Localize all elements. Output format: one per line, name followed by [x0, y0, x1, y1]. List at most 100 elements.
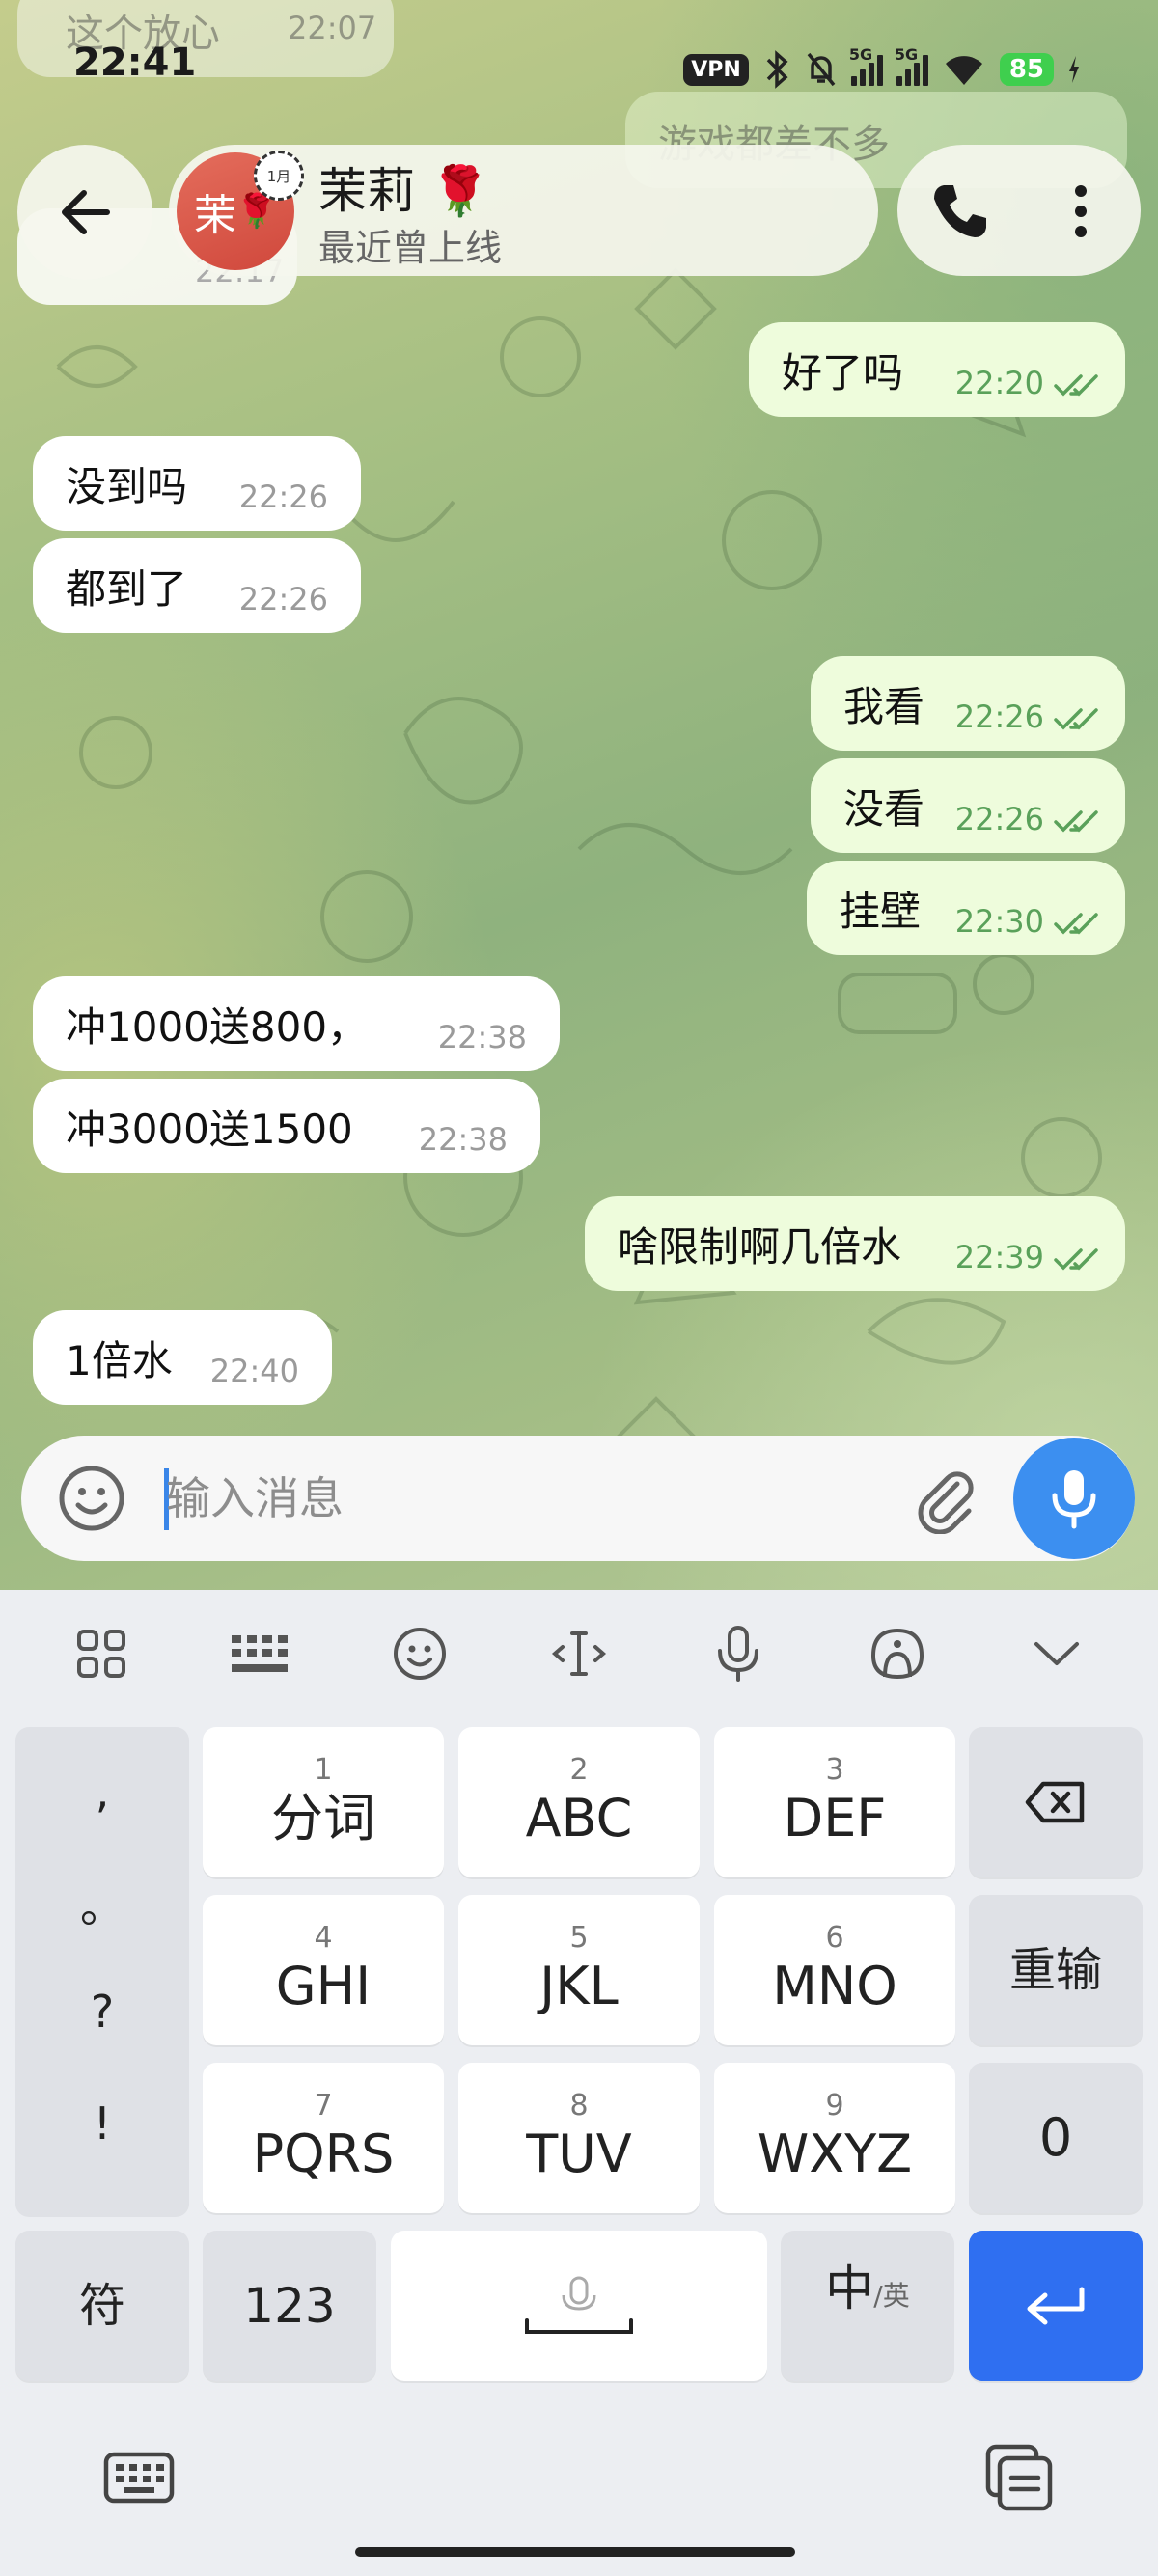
message-time: 22:38 — [418, 1121, 508, 1158]
t9-key-9[interactable]: 9 WXYZ — [714, 2063, 955, 2213]
punct-comma-key[interactable]: , — [15, 1766, 189, 1818]
incoming-message[interactable]: 冲1000送800， 22:38 — [33, 976, 560, 1071]
language-switch-key[interactable]: 中 /英 — [781, 2231, 954, 2381]
emoji-icon[interactable] — [56, 1463, 127, 1534]
t9-key-8[interactable]: 8 TUV — [458, 2063, 700, 2213]
cursor-control-button[interactable] — [538, 1613, 620, 1694]
apps-grid-button[interactable] — [61, 1613, 142, 1694]
message-time: 22:38 — [437, 1019, 527, 1055]
t9-key-6[interactable]: 6 MNO — [714, 1895, 955, 2045]
clipboard-icon — [985, 2444, 1053, 2511]
vpn-icon: VPN — [683, 53, 749, 86]
read-checkmarks-icon — [1054, 913, 1098, 935]
read-checkmarks-icon — [1054, 810, 1098, 833]
t9-key-1[interactable]: 1 分词 — [203, 1727, 444, 1877]
keyboard-icon — [103, 2452, 175, 2504]
more-options-button[interactable] — [1052, 178, 1110, 245]
t9-key-2[interactable]: 2 ABC — [458, 1727, 700, 1877]
outgoing-message[interactable]: 没看 22:26 — [811, 758, 1125, 853]
outgoing-message[interactable]: 啥限制啊几倍水 22:39 — [585, 1196, 1125, 1291]
collapse-keyboard-button[interactable] — [1016, 1613, 1097, 1694]
message-time: 22:40 — [209, 1353, 299, 1389]
contact-header[interactable]: 茉 🌹 1月 茉莉 🌹 最近曾上线 — [169, 145, 878, 276]
chevron-down-icon — [1034, 1642, 1079, 1665]
message-text: 都到了 — [66, 564, 188, 613]
t9-key-4[interactable]: 4 GHI — [203, 1895, 444, 2045]
message-text: 没看 — [843, 784, 925, 833]
backspace-key[interactable] — [969, 1727, 1143, 1877]
punctuation-column[interactable]: , 。 ? ! — [15, 1727, 189, 2217]
incoming-message[interactable]: 冲3000送1500 22:38 — [33, 1079, 540, 1173]
key-letters: GHI — [275, 1956, 372, 2016]
back-button[interactable] — [17, 145, 152, 280]
key-number: 6 — [825, 1921, 844, 1955]
outgoing-message[interactable]: 我看 22:26 — [811, 656, 1125, 751]
mute-bell-icon — [807, 52, 836, 87]
keyboard-emoji-button[interactable] — [379, 1613, 460, 1694]
key-letters: ABC — [525, 1788, 633, 1849]
t9-key-3[interactable]: 3 DEF — [714, 1727, 955, 1877]
t9-key-7[interactable]: 7 PQRS — [203, 2063, 444, 2213]
enter-arrow-icon — [1027, 2287, 1085, 2325]
status-bar: 22:41 VPN 5G 5G 85 — [0, 0, 1158, 135]
read-checkmarks-icon — [1054, 374, 1098, 397]
more-vertical-icon — [1075, 185, 1087, 237]
clipboard-button[interactable] — [980, 2439, 1058, 2516]
message-composer — [21, 1436, 1135, 1561]
key-number: 4 — [314, 1921, 333, 1955]
space-key[interactable] — [391, 2231, 767, 2381]
wifi-icon — [945, 56, 982, 85]
keyboard-layout-button[interactable] — [220, 1613, 301, 1694]
back-arrow-icon — [62, 190, 110, 234]
message-text: 啥限制啊几倍水 — [618, 1222, 902, 1271]
numbers-key[interactable]: 123 — [203, 2231, 376, 2381]
voice-record-button[interactable] — [1013, 1438, 1135, 1559]
grid-icon — [77, 1630, 125, 1678]
keyboard-voice-button[interactable] — [698, 1613, 779, 1694]
incoming-message[interactable]: 1倍水 22:40 — [33, 1310, 332, 1405]
bluetooth-icon — [766, 50, 788, 89]
microphone-icon — [718, 1626, 758, 1682]
reenter-key[interactable]: 重输 — [969, 1895, 1143, 2045]
cell-signal-icon: 5G — [849, 45, 883, 86]
symbols-key[interactable]: 符 — [15, 2231, 189, 2381]
switch-keyboard-button[interactable] — [100, 2439, 178, 2516]
key-letters: PQRS — [252, 2124, 395, 2184]
key-letters: TUV — [526, 2124, 632, 2184]
key-letters: DEF — [783, 1788, 887, 1849]
message-time: 22:26 — [238, 479, 328, 515]
phone-icon — [934, 185, 986, 237]
incoming-message[interactable]: 没到吗 22:26 — [33, 436, 361, 531]
zero-key[interactable]: 0 — [969, 2063, 1143, 2213]
call-button[interactable] — [926, 178, 994, 245]
message-input[interactable] — [166, 1463, 861, 1534]
keyboard-layout-icon — [232, 1635, 288, 1672]
punct-period-key[interactable]: 。 — [15, 1872, 189, 1935]
key-number: 9 — [825, 2089, 844, 2123]
punct-question-key[interactable]: ? — [15, 1986, 189, 2038]
home-indicator[interactable] — [355, 2547, 795, 2557]
outgoing-message[interactable]: 挂壁 22:30 — [807, 861, 1125, 955]
battery-indicator: 85 — [999, 53, 1054, 86]
message-time: 22:20 — [954, 365, 1044, 401]
space-mic-icon — [525, 2276, 633, 2334]
smiley-icon — [394, 1628, 446, 1680]
message-text: 1倍水 — [66, 1336, 173, 1384]
story-badge[interactable]: 1月 — [254, 151, 304, 201]
network-type-label: 5G — [848, 45, 873, 64]
clock: 22:41 — [73, 41, 197, 85]
punct-exclaim-key[interactable]: ! — [15, 2097, 189, 2150]
message-time: 22:30 — [954, 903, 1044, 940]
handwriting-button[interactable] — [857, 1613, 938, 1694]
enter-key[interactable] — [969, 2231, 1143, 2381]
attachment-icon[interactable] — [909, 1463, 980, 1534]
message-time: 22:26 — [954, 699, 1044, 735]
cell-signal-icon: 5G — [895, 45, 928, 86]
message-text: 我看 — [843, 682, 925, 730]
outgoing-message[interactable]: 好了吗 22:20 — [749, 322, 1125, 417]
incoming-message[interactable]: 都到了 22:26 — [33, 538, 361, 633]
t9-key-5[interactable]: 5 JKL — [458, 1895, 700, 2045]
read-checkmarks-icon — [1054, 708, 1098, 730]
message-time: 22:26 — [238, 581, 328, 617]
network-type-label: 5G — [894, 45, 919, 64]
